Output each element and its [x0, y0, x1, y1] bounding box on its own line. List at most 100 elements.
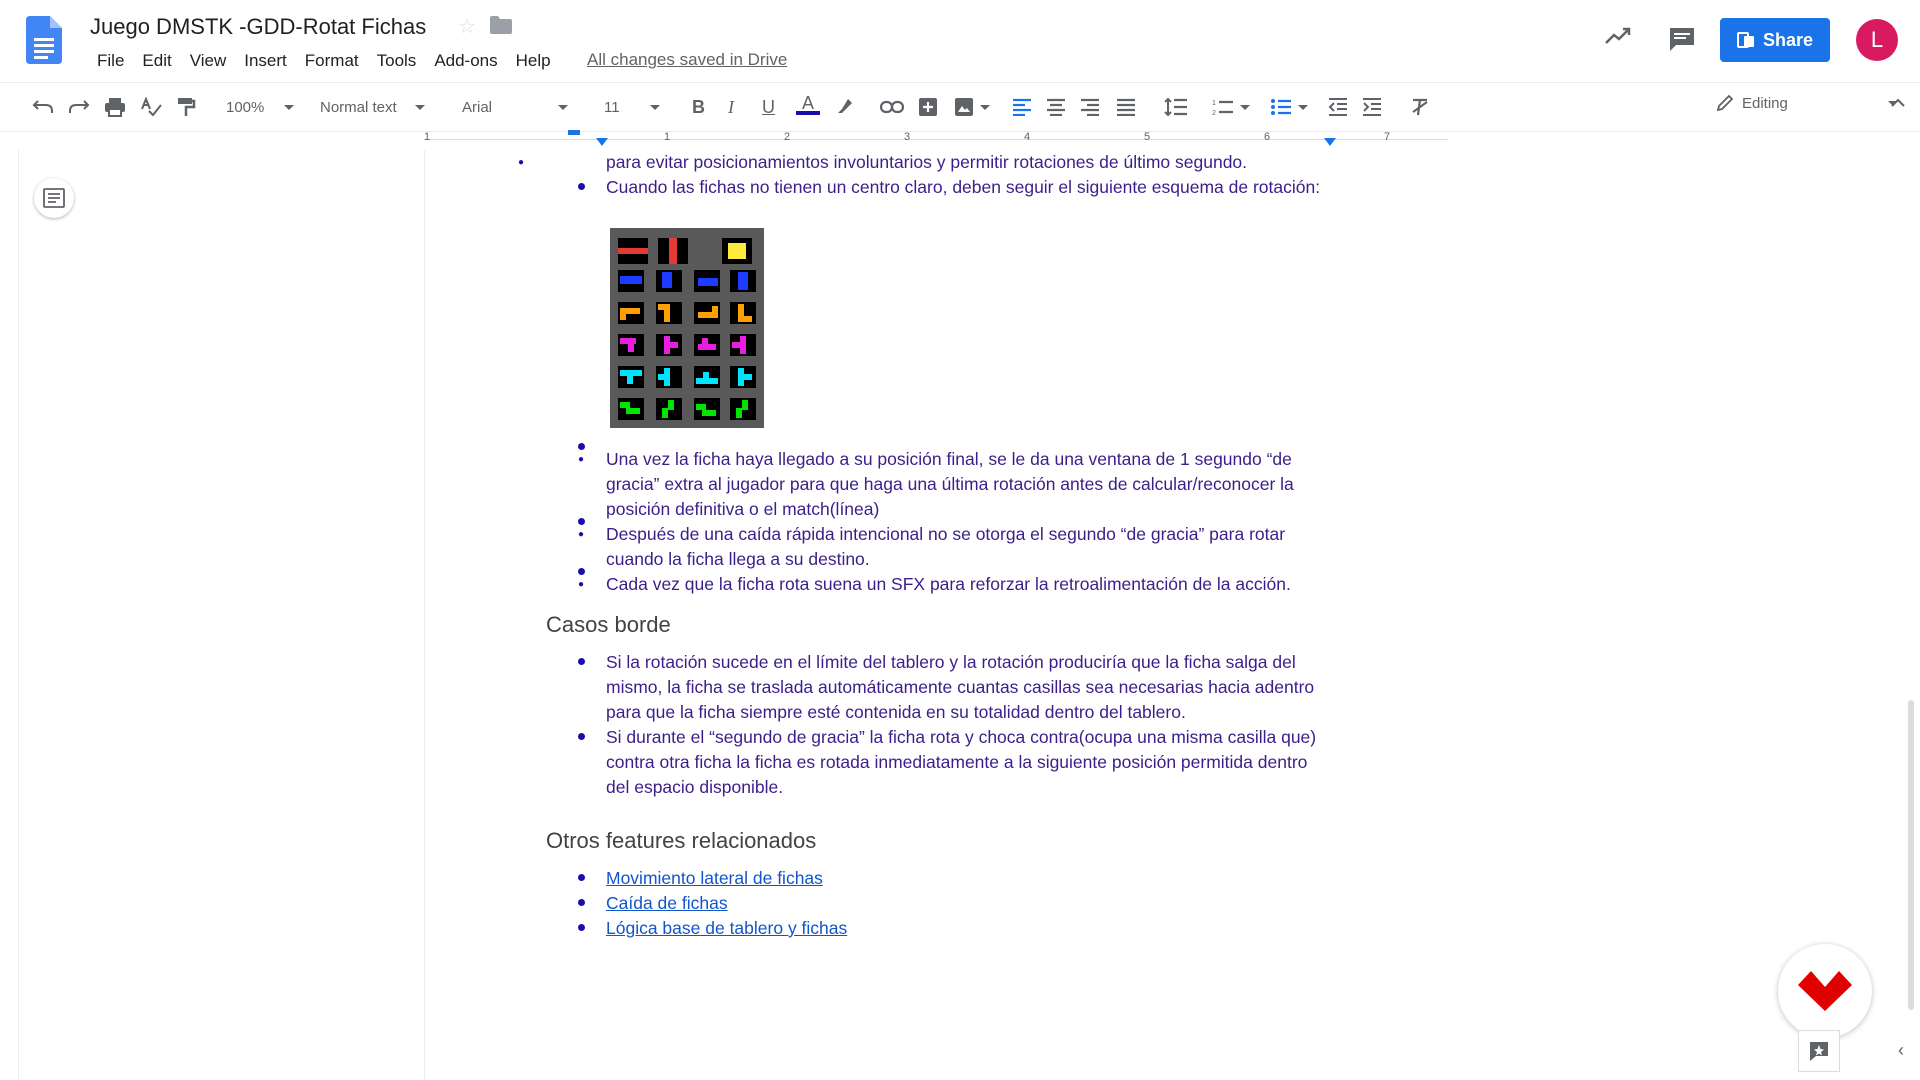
- bullet-dot: [578, 924, 585, 931]
- undo-icon[interactable]: [32, 95, 54, 119]
- folder-icon[interactable]: [490, 16, 512, 34]
- page-left-edge: [424, 150, 425, 1080]
- ruler-num: 1: [664, 131, 671, 143]
- editing-mode-select[interactable]: Editing: [1716, 94, 1898, 112]
- font-size-value: 11: [604, 98, 620, 116]
- list-item-text: Después de una caída rápida intencional …: [606, 524, 1286, 569]
- font-size-select[interactable]: 11: [604, 95, 660, 119]
- zoom-select[interactable]: 100%: [226, 95, 295, 119]
- insert-comment-icon[interactable]: [918, 95, 938, 119]
- list-item: Cuando las fichas no tienen un centro cl…: [578, 175, 1326, 200]
- share-label: Share: [1762, 29, 1814, 50]
- italic-icon[interactable]: I: [728, 95, 734, 119]
- outline-panel-border: [18, 150, 19, 1080]
- vertical-scrollbar[interactable]: [1908, 700, 1914, 1010]
- list-item: Movimiento lateral de fichas: [578, 866, 1326, 891]
- document-outline-icon[interactable]: [34, 178, 74, 218]
- ruler-num: 1: [424, 131, 431, 143]
- highlight-icon[interactable]: [834, 95, 854, 119]
- align-right-icon[interactable]: [1080, 95, 1100, 119]
- share-button[interactable]: Share: [1720, 18, 1830, 62]
- activity-trend-icon[interactable]: [1604, 26, 1632, 46]
- ruler-num: 4: [1024, 131, 1031, 143]
- comments-icon[interactable]: [1668, 26, 1696, 52]
- list-item-text: Si la rotación sucede en el límite del t…: [606, 652, 1315, 722]
- redo-icon[interactable]: [68, 95, 90, 119]
- list-item-text: Una vez la ficha haya llegado a su posic…: [606, 449, 1294, 519]
- text-color-icon[interactable]: A: [796, 94, 820, 119]
- font-select[interactable]: Arial: [462, 95, 569, 119]
- floating-app-button[interactable]: [1778, 944, 1872, 1038]
- align-justify-icon[interactable]: [1116, 95, 1136, 119]
- spellcheck-icon[interactable]: [140, 95, 162, 119]
- bullet-dot: [578, 183, 585, 190]
- top-bar: Juego DMSTK -GDD-Rotat Fichas ☆ File Edi…: [0, 0, 1920, 80]
- save-status[interactable]: All changes saved in Drive: [587, 50, 787, 70]
- left-indent-marker[interactable]: [596, 138, 608, 146]
- link-icon[interactable]: [880, 95, 904, 119]
- list-item: Una vez la ficha haya llegado a su posic…: [578, 447, 1326, 522]
- list-item: Si la rotación sucede en el límite del t…: [578, 650, 1326, 725]
- list-item-text: Cuando las fichas no tienen un centro cl…: [606, 177, 1321, 197]
- zoom-value: 100%: [226, 98, 265, 116]
- line-spacing-icon[interactable]: [1164, 95, 1188, 119]
- menu-help[interactable]: Help: [507, 50, 560, 72]
- right-indent-marker[interactable]: [1324, 138, 1336, 146]
- bullet-dot: [578, 733, 585, 740]
- side-panel-chevron-icon[interactable]: ‹: [1898, 1040, 1904, 1061]
- pencil-icon: [1716, 94, 1734, 112]
- ruler[interactable]: 1 1 2 3 4 5 6 7: [424, 130, 1448, 148]
- star-icon[interactable]: ☆: [458, 14, 476, 39]
- document-title[interactable]: Juego DMSTK -GDD-Rotat Fichas: [90, 14, 426, 40]
- bullet-dot: [578, 874, 585, 881]
- underline-icon[interactable]: U: [762, 95, 775, 119]
- bulleted-list-icon[interactable]: [1270, 95, 1308, 119]
- clear-formatting-icon[interactable]: [1410, 95, 1430, 119]
- list-item: Después de una caída rápida intencional …: [578, 522, 1326, 572]
- explore-icon[interactable]: [1798, 1030, 1840, 1072]
- link-logica-base[interactable]: Lógica base de tablero y fichas: [606, 918, 847, 938]
- ruler-num: 3: [904, 131, 911, 143]
- paint-format-icon[interactable]: [176, 95, 196, 119]
- list-item: Caída de fichas: [578, 891, 1326, 916]
- list-item-text: Cada vez que la ficha rota suena un SFX …: [606, 574, 1291, 594]
- menu-addons[interactable]: Add-ons: [425, 50, 506, 72]
- align-center-icon[interactable]: [1046, 95, 1066, 119]
- link-caida-fichas[interactable]: Caída de fichas: [606, 893, 728, 913]
- align-left-icon[interactable]: [1012, 95, 1032, 119]
- numbered-list-icon[interactable]: 12: [1212, 95, 1250, 119]
- list-item: para evitar posicionamientos involuntari…: [518, 150, 1326, 175]
- people-icon: [1736, 32, 1754, 48]
- link-movimiento-lateral[interactable]: Movimiento lateral de fichas: [606, 868, 823, 888]
- rotation-scheme-image[interactable]: [610, 228, 764, 428]
- ruler-num: 5: [1144, 131, 1151, 143]
- list-item: Lógica base de tablero y fichas: [578, 916, 1326, 941]
- decrease-indent-icon[interactable]: [1328, 95, 1348, 119]
- hide-menus-chevron-icon[interactable]: [1890, 96, 1906, 114]
- docs-logo-icon[interactable]: [26, 16, 62, 64]
- first-line-indent-marker[interactable]: [568, 130, 580, 135]
- insert-image-icon[interactable]: [954, 95, 990, 119]
- menu-view[interactable]: View: [181, 50, 236, 72]
- account-avatar[interactable]: L: [1856, 19, 1898, 61]
- heading-otros-features: Otros features relacionados: [546, 828, 817, 853]
- heading-casos-borde: Casos borde: [546, 612, 671, 637]
- font-value: Arial: [462, 98, 493, 116]
- increase-indent-icon[interactable]: [1362, 95, 1382, 119]
- print-icon[interactable]: [104, 95, 126, 119]
- menu-format[interactable]: Format: [296, 50, 368, 72]
- red-heart-logo-icon: [1798, 971, 1852, 1011]
- style-value: Normal text: [320, 98, 397, 116]
- bullet-dot: [578, 568, 585, 575]
- style-select[interactable]: Normal text: [320, 95, 425, 119]
- bullet-dot: [578, 899, 585, 906]
- menu-bar: File Edit View Insert Format Tools Add-o…: [88, 50, 560, 72]
- bold-icon[interactable]: B: [692, 95, 705, 119]
- bullet-dot: [578, 518, 585, 525]
- svg-text:1: 1: [1212, 100, 1216, 107]
- menu-insert[interactable]: Insert: [235, 50, 296, 72]
- menu-edit[interactable]: Edit: [133, 50, 180, 72]
- menu-tools[interactable]: Tools: [368, 50, 426, 72]
- menu-file[interactable]: File: [88, 50, 133, 72]
- list-item: Cada vez que la ficha rota suena un SFX …: [578, 572, 1326, 597]
